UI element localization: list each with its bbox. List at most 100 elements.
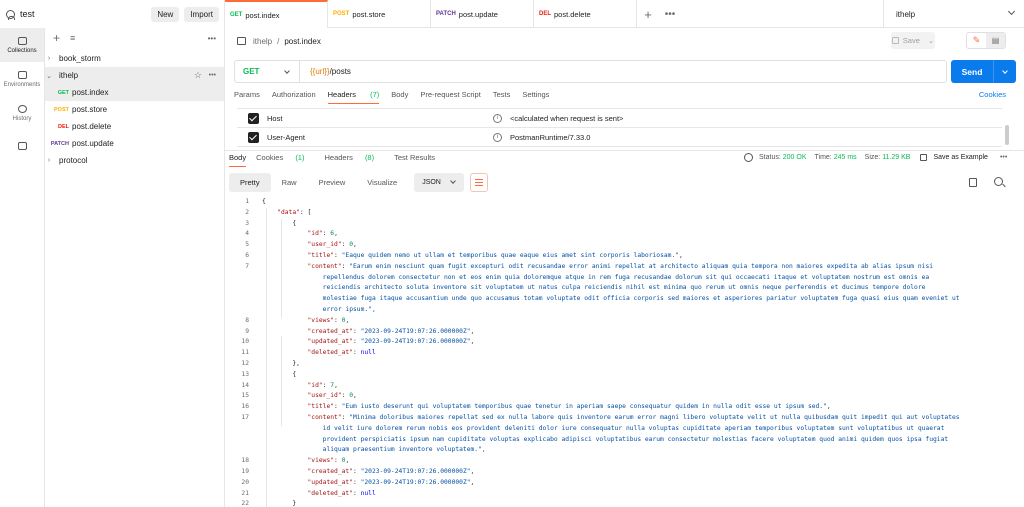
format-raw[interactable]: Raw [271, 173, 308, 192]
pane-divider[interactable] [225, 150, 1024, 151]
tab-response-cookies[interactable]: Cookies (1) [256, 153, 314, 167]
add-icon[interactable]: + [53, 31, 60, 45]
time-value[interactable]: 245 ms [834, 154, 857, 161]
tab-post-store[interactable]: POST post.store [328, 0, 431, 28]
search-icon[interactable] [994, 177, 1003, 186]
code-line: "updated_at": "2023-09-24T19:07:26.00000… [307, 478, 475, 486]
format-pretty[interactable]: Pretty [229, 173, 271, 192]
tab-body[interactable]: Body [391, 90, 408, 103]
new-tab-plus-icon[interactable]: + [637, 0, 659, 28]
code-line: "title": "Eum iusto deserunt qui volupta… [307, 403, 831, 411]
indent-guide [266, 208, 267, 507]
sidebar-item-protocol[interactable]: › protocol [45, 152, 224, 169]
http-request-icon [237, 37, 246, 45]
view-mode-toggle: ✎ ▤ [966, 32, 1006, 49]
sidebar-item-label: post.store [72, 105, 108, 114]
left-rail: Collections Environments History [0, 28, 45, 507]
line-number: 17 [241, 414, 249, 421]
line-number: 21 [241, 489, 249, 497]
sidebar-item-ithelp[interactable]: ⌄ ithelp ☆ ••• [45, 67, 224, 84]
header-key[interactable]: Host [267, 114, 493, 123]
environment-selector[interactable]: ithelp [883, 0, 1024, 28]
language-select[interactable]: JSON [414, 173, 465, 192]
tab-post-delete[interactable]: DEL post.delete [534, 0, 637, 28]
import-button[interactable]: Import [184, 6, 219, 22]
headers-scrollbar[interactable] [1005, 125, 1009, 145]
cookies-link[interactable]: Cookies [979, 90, 1006, 99]
response-body-editor[interactable]: 1 {2 "data": [3 {4 "id": 6, 5 "user_id": 0… [225, 196, 1024, 507]
docs-icon[interactable]: ▤ [986, 33, 1005, 48]
chevron-right-icon: › [47, 55, 51, 62]
save-as-example-button[interactable]: Save as Example [933, 154, 987, 161]
tab-post-index[interactable]: GET post.index [225, 0, 328, 28]
breadcrumb-current[interactable]: post.index [284, 37, 320, 46]
globe-icon[interactable] [744, 153, 753, 162]
copy-icon[interactable] [969, 178, 977, 187]
breadcrumb-separator: / [277, 36, 280, 46]
method-select[interactable]: GET [235, 61, 300, 82]
format-visualize[interactable]: Visualize [356, 173, 408, 192]
environment-name: ithelp [896, 9, 916, 19]
more-tabs-icon[interactable]: ••• [659, 0, 681, 28]
chevron-down-icon [1007, 7, 1016, 16]
header-enabled-checkbox[interactable] [248, 131, 259, 143]
info-icon[interactable]: i [493, 113, 502, 123]
rail-collections[interactable]: Collections [0, 28, 44, 62]
tab-response-body[interactable]: Body [229, 153, 247, 167]
send-button[interactable]: Send [951, 60, 1016, 83]
sidebar-item-post-delete[interactable]: DEL post.delete [45, 118, 224, 135]
info-icon[interactable]: i [493, 132, 502, 142]
more-icon[interactable]: ••• [208, 34, 216, 43]
language-value: JSON [422, 179, 441, 186]
code-line: { [262, 198, 266, 205]
rail-apps[interactable] [0, 130, 44, 164]
workspace-name[interactable]: test [20, 9, 151, 19]
tab-params[interactable]: Params [234, 90, 260, 103]
request-tabs-bar: Params Authorization Headers (7) Body Pr… [234, 90, 1016, 107]
tab-post-update[interactable]: PATCH post.update [431, 0, 534, 28]
code-line: repellendus dolorem consectetur non et e… [262, 273, 930, 281]
sidebar-item-post-index[interactable]: GET post.index [45, 84, 224, 101]
star-icon[interactable]: ☆ [194, 70, 202, 81]
sidebar-item-label: book_storm [59, 54, 101, 63]
new-button[interactable]: New [151, 6, 180, 22]
send-options-chevron-icon[interactable] [993, 60, 1016, 83]
rail-environments[interactable]: Environments [0, 62, 44, 96]
response-meta: Status: 200 OK Time: 245 ms Size: 11.29 … [744, 153, 1007, 162]
wrap-lines-icon[interactable] [470, 173, 489, 192]
sidebar-item-book-storm[interactable]: › book_storm [45, 50, 224, 67]
header-value[interactable]: PostmanRuntime/7.33.0 [510, 133, 590, 142]
request-panel: ithelp / post.index Save ⌄ ✎ ▤ GET {{url… [225, 28, 1024, 507]
tab-test-results[interactable]: Test Results [394, 153, 435, 167]
url-variable: {{url}} [310, 67, 330, 76]
tab-pre-request-script[interactable]: Pre-request Script [420, 90, 480, 103]
tab-headers[interactable]: Headers (7) [327, 90, 380, 104]
sidebar-item-label: post.update [72, 139, 114, 148]
breadcrumb: ithelp / post.index [237, 34, 321, 48]
more-icon[interactable]: ••• [209, 72, 216, 79]
tab-tests[interactable]: Tests [493, 90, 511, 103]
filter-icon[interactable]: ≡ [70, 33, 75, 43]
tab-response-headers[interactable]: Headers (8) [324, 153, 384, 167]
code-line: "created_at": "2023-09-24T19:07:26.00000… [307, 468, 475, 475]
tab-settings[interactable]: Settings [522, 90, 549, 103]
rail-history[interactable]: History [0, 96, 44, 130]
format-preview[interactable]: Preview [308, 173, 357, 192]
cookies-count: (1) [295, 153, 305, 162]
more-icon[interactable]: ••• [1000, 154, 1007, 161]
header-key[interactable]: User-Agent [267, 133, 493, 142]
tab-label: Headers [324, 153, 353, 162]
status-value[interactable]: 200 OK [783, 154, 807, 161]
apps-icon [17, 141, 27, 150]
sidebar-item-post-store[interactable]: POST post.store [45, 101, 224, 118]
tab-authorization[interactable]: Authorization [272, 90, 316, 103]
save-button[interactable]: Save ⌄ [891, 32, 935, 49]
save-example-icon [920, 154, 928, 161]
breadcrumb-parent[interactable]: ithelp [253, 37, 272, 46]
header-enabled-checkbox[interactable] [248, 112, 259, 124]
sidebar-item-post-update[interactable]: PATCH post.update [45, 135, 224, 152]
header-value[interactable]: <calculated when request is sent> [510, 114, 623, 123]
size-value[interactable]: 11.29 KB [882, 154, 910, 161]
pencil-icon[interactable]: ✎ [967, 33, 986, 48]
url-input[interactable]: {{url}}/posts [300, 67, 351, 76]
